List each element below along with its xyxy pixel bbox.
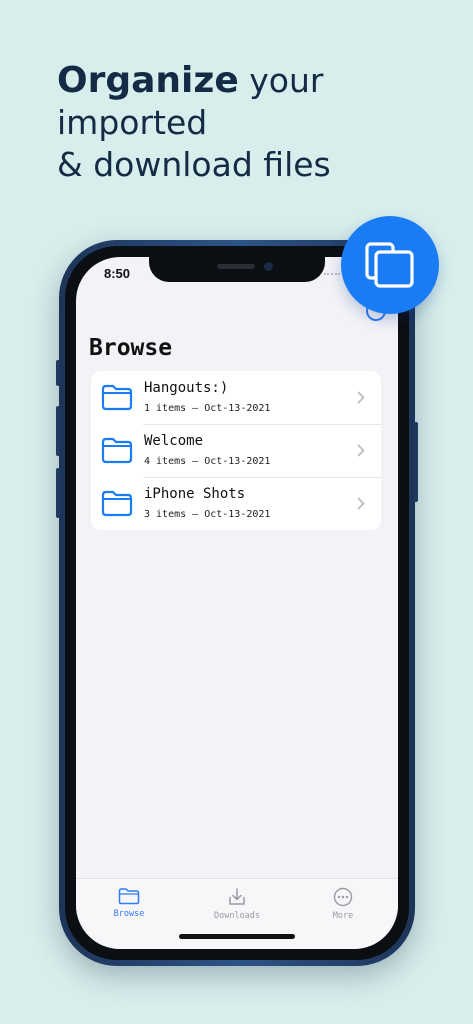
notch-camera bbox=[264, 262, 273, 271]
folder-row[interactable]: Welcome 4 items – Oct-13-2021 bbox=[91, 424, 381, 477]
more-ellipsis-icon bbox=[333, 887, 353, 907]
phone-mute-switch bbox=[56, 360, 60, 386]
status-time: 8:50 bbox=[104, 266, 131, 281]
folder-icon bbox=[101, 384, 133, 411]
headline-line-2: imported bbox=[57, 103, 208, 142]
tab-downloads[interactable]: Downloads bbox=[197, 887, 277, 921]
folder-row[interactable]: Hangouts:) 1 items – Oct-13-2021 bbox=[91, 371, 381, 424]
phone-power-button bbox=[414, 422, 418, 502]
files-fab-button[interactable] bbox=[341, 216, 439, 314]
chevron-right-icon bbox=[357, 497, 365, 510]
chevron-right-icon bbox=[357, 444, 365, 457]
tab-bar: Browse Downloads More bbox=[76, 878, 398, 949]
tab-label: Browse bbox=[113, 909, 145, 919]
folder-name: Welcome bbox=[144, 433, 204, 449]
headline-line-3: & download files bbox=[57, 145, 331, 184]
phone-volume-up bbox=[56, 406, 60, 456]
copy-files-icon bbox=[365, 242, 414, 288]
folder-name: iPhone Shots bbox=[144, 486, 246, 502]
promo-headline: Organize your imported & download files bbox=[57, 60, 457, 186]
folder-list: Hangouts:) 1 items – Oct-13-2021 Welcome… bbox=[91, 371, 381, 530]
tab-more[interactable]: More bbox=[303, 887, 383, 921]
folder-icon bbox=[101, 437, 133, 464]
chevron-right-icon bbox=[357, 391, 365, 404]
headline-line-1: Organize your bbox=[57, 60, 457, 102]
phone-volume-down bbox=[56, 468, 60, 518]
folder-icon bbox=[118, 888, 140, 905]
headline-bold-word: Organize bbox=[57, 60, 239, 101]
folder-meta: 3 items – Oct-13-2021 bbox=[144, 509, 271, 520]
tab-label: More bbox=[332, 911, 354, 921]
tab-label: Downloads bbox=[213, 911, 261, 921]
status-signal-dots bbox=[324, 273, 340, 276]
folder-row[interactable]: iPhone Shots 3 items – Oct-13-2021 bbox=[91, 477, 381, 530]
page-title: Browse bbox=[89, 335, 173, 361]
notch-speaker bbox=[217, 264, 255, 269]
tab-browse[interactable]: Browse bbox=[89, 887, 169, 919]
home-indicator bbox=[179, 934, 295, 939]
phone-frame: 8:50 Browse Hangouts:) 1 items – Oct-13-… bbox=[56, 240, 418, 966]
folder-meta: 1 items – Oct-13-2021 bbox=[144, 403, 271, 414]
app-screen: 8:50 Browse Hangouts:) 1 items – Oct-13-… bbox=[76, 257, 398, 949]
folder-name: Hangouts:) bbox=[144, 380, 229, 396]
download-tray-icon bbox=[229, 888, 245, 905]
folder-icon bbox=[101, 490, 133, 517]
folder-meta: 4 items – Oct-13-2021 bbox=[144, 456, 271, 467]
headline-line-1-rest: your bbox=[238, 61, 324, 100]
phone-notch bbox=[149, 257, 325, 282]
